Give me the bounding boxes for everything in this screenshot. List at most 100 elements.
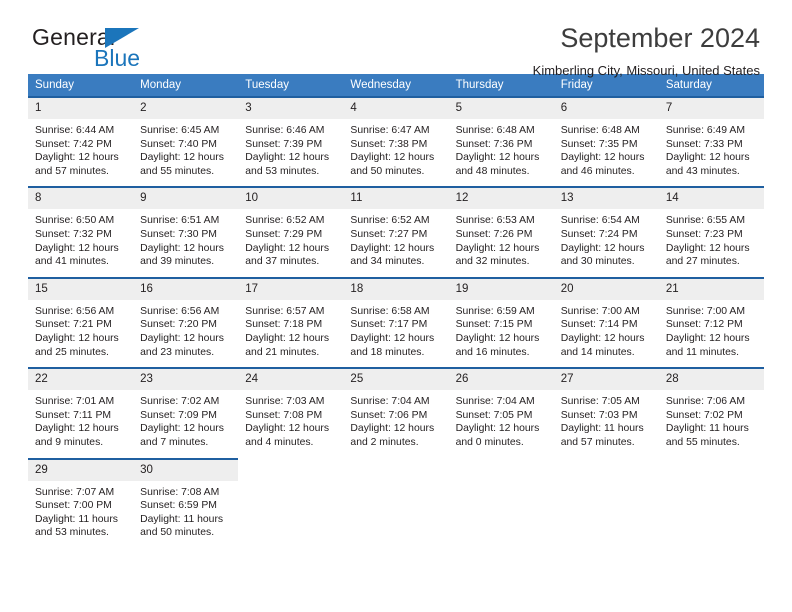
calendar-day-cell[interactable]: 6 Sunrise: 6:48 AM Sunset: 7:35 PM Daylight… — [553, 96, 659, 186]
daylight-text-line2: and 21 minutes. — [245, 346, 320, 358]
daylight-text-line1: Daylight: 12 hours — [665, 332, 750, 344]
sunset-text: Sunset: 7:39 PM — [245, 138, 323, 150]
daylight-text-line2: and 23 minutes. — [140, 346, 215, 358]
calendar-day-cell[interactable]: 27 Sunrise: 7:05 AM Sunset: 7:03 PM Dayligh… — [553, 367, 659, 457]
calendar-day-cell[interactable]: 29 Sunrise: 7:07 AM Sunset: 7:00 PM Dayligh… — [28, 457, 134, 548]
sunrise-text: Sunrise: 6:45 AM — [140, 125, 220, 136]
daylight-text-line1: Daylight: 12 hours — [245, 423, 330, 435]
day-number: 30 — [133, 459, 239, 481]
daylight-text-line2: and 50 minutes. — [140, 527, 215, 539]
calendar-day-cell[interactable]: 5 Sunrise: 6:48 AM Sunset: 7:36 PM Daylight… — [448, 96, 554, 186]
sunset-text: Sunset: 7:08 PM — [245, 409, 323, 421]
calendar-day-cell[interactable]: 21 Sunrise: 7:00 AM Sunset: 7:12 PM Dayligh… — [658, 276, 764, 367]
calendar-day-cell[interactable]: 18 Sunrise: 6:58 AM Sunset: 7:17 PM Dayligh… — [343, 276, 449, 367]
calendar-day-cell[interactable]: 13 Sunrise: 6:54 AM Sunset: 7:24 PM Dayligh… — [553, 186, 659, 276]
calendar-day-cell[interactable]: 17 Sunrise: 6:57 AM Sunset: 7:18 PM Dayligh… — [238, 276, 344, 367]
daylight-text-line1: Daylight: 12 hours — [560, 332, 645, 344]
calendar-day-cell[interactable]: 1 Sunrise: 6:44 AM Sunset: 7:42 PM Daylight… — [28, 96, 134, 186]
daylight-text-line1: Daylight: 12 hours — [350, 423, 435, 435]
day-number: 29 — [28, 459, 134, 481]
calendar-week-row: 8 Sunrise: 6:50 AM Sunset: 7:32 PM Daylight… — [28, 186, 764, 276]
calendar-week-row: 22 Sunrise: 7:01 AM Sunset: 7:11 PM Dayligh… — [28, 367, 764, 457]
weekday-header-monday: Monday — [133, 74, 239, 96]
sunset-text: Sunset: 7:00 PM — [35, 500, 112, 512]
day-number: 26 — [448, 369, 554, 391]
sunrise-text: Sunrise: 6:58 AM — [350, 305, 430, 317]
calendar-day-cell[interactable]: 15 Sunrise: 6:56 AM Sunset: 7:21 PM Dayligh… — [28, 276, 134, 367]
daylight-text-line2: and 7 minutes. — [140, 436, 209, 448]
calendar-day-cell[interactable]: 10 Sunrise: 6:52 AM Sunset: 7:29 PM Dayligh… — [238, 186, 344, 276]
day-number: 25 — [343, 369, 449, 391]
daylight-text-line2: and 37 minutes. — [245, 256, 320, 268]
day-details: Sunrise: 7:06 AM Sunset: 7:02 PM Daylight:… — [659, 390, 764, 457]
sunset-text: Sunset: 7:35 PM — [560, 138, 638, 150]
calendar-day-cell[interactable]: 23 Sunrise: 7:02 AM Sunset: 7:09 PM Dayligh… — [133, 367, 239, 457]
calendar-day-cell-empty — [238, 458, 343, 548]
sunset-text: Sunset: 7:40 PM — [140, 138, 217, 150]
day-number: 2 — [133, 98, 239, 119]
sunset-text: Sunset: 7:42 PM — [35, 138, 112, 150]
daylight-text-line2: and 9 minutes. — [35, 436, 104, 448]
brand-logo[interactable]: General Blue — [32, 26, 212, 72]
sunrise-text: Sunrise: 7:01 AM — [35, 396, 115, 408]
day-number: 3 — [238, 98, 344, 119]
day-details: Sunrise: 6:58 AM Sunset: 7:17 PM Daylight:… — [343, 300, 448, 367]
sunset-text: Sunset: 7:02 PM — [665, 409, 743, 421]
daylight-text-line2: and 50 minutes. — [350, 165, 425, 177]
day-details: Sunrise: 6:44 AM Sunset: 7:42 PM Daylight:… — [28, 119, 133, 186]
calendar-day-cell[interactable]: 9 Sunrise: 6:51 AM Sunset: 7:30 PM Daylight… — [133, 186, 239, 276]
daylight-text-line1: Daylight: 12 hours — [560, 152, 645, 164]
day-details: Sunrise: 6:56 AM Sunset: 7:21 PM Daylight:… — [28, 300, 133, 367]
calendar-day-cell[interactable]: 28 Sunrise: 7:06 AM Sunset: 7:02 PM Dayligh… — [658, 367, 764, 457]
sunset-text: Sunset: 7:03 PM — [560, 409, 638, 421]
daylight-text-line1: Daylight: 12 hours — [140, 423, 224, 435]
calendar-day-cell[interactable]: 20 Sunrise: 7:00 AM Sunset: 7:14 PM Dayligh… — [553, 276, 659, 367]
sunset-text: Sunset: 7:29 PM — [245, 228, 323, 240]
daylight-text-line1: Daylight: 11 hours — [35, 513, 118, 525]
calendar-day-cell[interactable]: 8 Sunrise: 6:50 AM Sunset: 7:32 PM Daylight… — [28, 186, 134, 276]
day-number: 6 — [553, 98, 659, 119]
day-details: Sunrise: 7:07 AM Sunset: 7:00 PM Daylight:… — [28, 481, 133, 548]
calendar-day-cell[interactable]: 4 Sunrise: 6:47 AM Sunset: 7:38 PM Daylight… — [343, 96, 449, 186]
sunrise-text: Sunrise: 6:44 AM — [35, 125, 115, 136]
daylight-text-line2: and 39 minutes. — [140, 256, 215, 268]
daylight-text-line1: Daylight: 12 hours — [35, 152, 119, 164]
calendar-day-cell[interactable]: 3 Sunrise: 6:46 AM Sunset: 7:39 PM Daylight… — [238, 96, 344, 186]
sunset-text: Sunset: 6:59 PM — [140, 500, 217, 512]
sunset-text: Sunset: 7:27 PM — [350, 228, 428, 240]
calendar-day-cell[interactable]: 26 Sunrise: 7:04 AM Sunset: 7:05 PM Dayligh… — [448, 367, 554, 457]
daylight-text-line2: and 55 minutes. — [140, 165, 215, 177]
daylight-text-line2: and 2 minutes. — [350, 436, 419, 448]
calendar-day-cell[interactable]: 16 Sunrise: 6:56 AM Sunset: 7:20 PM Dayligh… — [133, 276, 239, 367]
calendar-day-cell[interactable]: 14 Sunrise: 6:55 AM Sunset: 7:23 PM Dayligh… — [658, 186, 764, 276]
daylight-text-line2: and 16 minutes. — [455, 346, 530, 358]
day-details: Sunrise: 6:47 AM Sunset: 7:38 PM Daylight:… — [343, 119, 448, 186]
day-number: 20 — [553, 278, 659, 300]
daylight-text-line2: and 30 minutes. — [560, 256, 635, 268]
day-number: 10 — [238, 188, 344, 210]
sunrise-text: Sunrise: 6:56 AM — [140, 305, 220, 317]
day-details: Sunrise: 7:00 AM Sunset: 7:12 PM Daylight:… — [659, 300, 764, 367]
sunrise-text: Sunrise: 6:57 AM — [245, 305, 325, 317]
sunrise-text: Sunrise: 6:52 AM — [245, 215, 325, 227]
sunset-text: Sunset: 7:23 PM — [665, 228, 743, 240]
calendar-day-cell[interactable]: 2 Sunrise: 6:45 AM Sunset: 7:40 PM Daylight… — [133, 96, 239, 186]
calendar-day-cell[interactable]: 25 Sunrise: 7:04 AM Sunset: 7:06 PM Dayligh… — [343, 367, 449, 457]
calendar-day-cell[interactable]: 11 Sunrise: 6:52 AM Sunset: 7:27 PM Dayligh… — [343, 186, 449, 276]
daylight-text-line1: Daylight: 12 hours — [245, 332, 330, 344]
daylight-text-line1: Daylight: 12 hours — [350, 332, 435, 344]
calendar-day-cell[interactable]: 22 Sunrise: 7:01 AM Sunset: 7:11 PM Dayligh… — [28, 367, 134, 457]
calendar-day-cell[interactable]: 30 Sunrise: 7:08 AM Sunset: 6:59 PM Dayligh… — [133, 457, 239, 548]
day-details: Sunrise: 7:02 AM Sunset: 7:09 PM Daylight:… — [133, 390, 238, 457]
calendar-day-cell[interactable]: 7 Sunrise: 6:49 AM Sunset: 7:33 PM Daylight… — [658, 96, 764, 186]
daylight-text-line2: and 25 minutes. — [35, 346, 109, 358]
calendar-day-cell[interactable]: 24 Sunrise: 7:03 AM Sunset: 7:08 PM Dayligh… — [238, 367, 344, 457]
calendar-week-row: 29 Sunrise: 7:07 AM Sunset: 7:00 PM Dayligh… — [28, 457, 764, 548]
day-details: Sunrise: 6:50 AM Sunset: 7:32 PM Daylight:… — [28, 209, 133, 276]
sunset-text: Sunset: 7:09 PM — [140, 409, 217, 421]
calendar-day-cell[interactable]: 19 Sunrise: 6:59 AM Sunset: 7:15 PM Dayligh… — [448, 276, 554, 367]
day-details: Sunrise: 6:45 AM Sunset: 7:40 PM Daylight:… — [133, 119, 238, 186]
calendar-day-cell[interactable]: 12 Sunrise: 6:53 AM Sunset: 7:26 PM Dayligh… — [448, 186, 554, 276]
daylight-text-line1: Daylight: 12 hours — [35, 242, 119, 254]
day-number: 18 — [343, 278, 449, 300]
